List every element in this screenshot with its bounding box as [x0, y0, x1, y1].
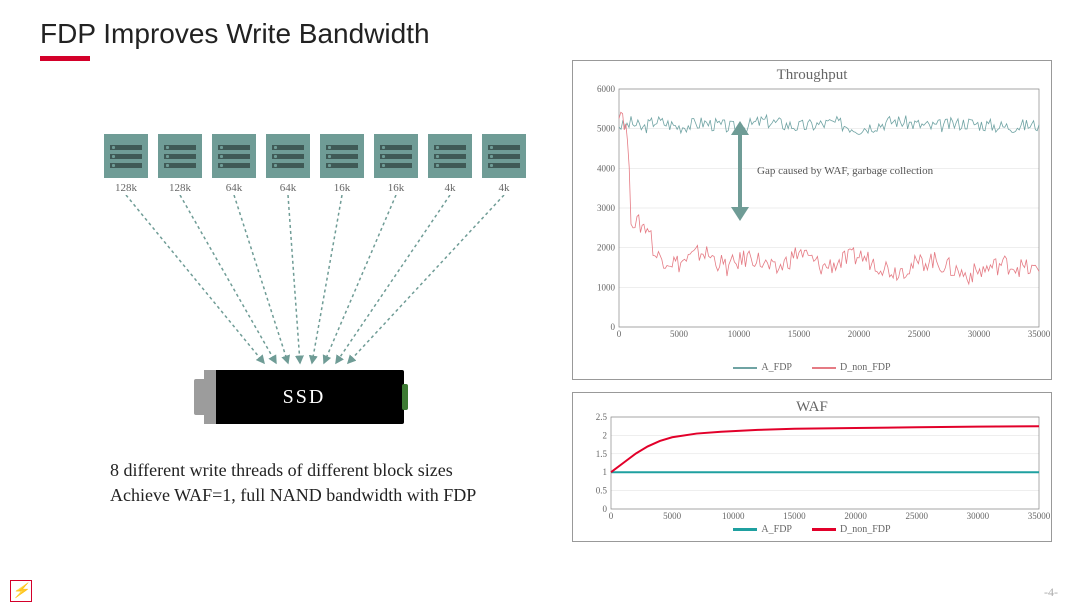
server-2: 64k [212, 134, 256, 194]
page-number: -4- [1044, 585, 1058, 600]
gap-annotation-text: Gap caused by WAF, garbage collection [757, 165, 933, 177]
svg-text:1000: 1000 [597, 282, 616, 292]
svg-text:2000: 2000 [597, 243, 616, 253]
server-label: 16k [334, 182, 351, 194]
throughput-chart: Throughput 0 1000 2000 3000 4000 5000 6000 0 500… [572, 60, 1052, 380]
server-label: 64k [226, 182, 243, 194]
svg-text:30000: 30000 [967, 511, 990, 521]
server-label: 16k [388, 182, 405, 194]
server-row: 128k 128k 64k 64k 16k 16k 4k 4k [104, 134, 526, 194]
server-3: 64k [266, 134, 310, 194]
ssd-connector-right [402, 384, 408, 410]
svg-text:5000: 5000 [597, 124, 616, 134]
server-icon [320, 134, 364, 178]
double-arrow-icon [731, 121, 749, 221]
server-6: 4k [428, 134, 472, 194]
waf-legend: A_FDP D_non_FDP [573, 524, 1051, 535]
server-label: 128k [115, 182, 137, 194]
svg-text:35000: 35000 [1028, 329, 1051, 339]
svg-text:2: 2 [603, 430, 608, 440]
legend-a-fdp: A_FDP [761, 362, 792, 373]
svg-text:5000: 5000 [670, 329, 689, 339]
svg-text:5000: 5000 [663, 511, 682, 521]
server-icon [158, 134, 202, 178]
svg-text:6000: 6000 [597, 84, 616, 94]
svg-text:30000: 30000 [968, 329, 991, 339]
svg-text:15000: 15000 [788, 329, 811, 339]
server-label: 4k [445, 182, 456, 194]
svg-text:3000: 3000 [597, 203, 616, 213]
server-5: 16k [374, 134, 418, 194]
ssd-label: SSD [204, 386, 404, 409]
legend-waf-a-fdp: A_FDP [761, 524, 792, 535]
svg-text:35000: 35000 [1028, 511, 1051, 521]
svg-text:2.5: 2.5 [596, 412, 608, 422]
server-label: 128k [169, 182, 191, 194]
title-accent [40, 56, 90, 61]
server-icon [374, 134, 418, 178]
svg-text:1.5: 1.5 [596, 449, 608, 459]
server-4: 16k [320, 134, 364, 194]
gap-annotation: Gap caused by WAF, garbage collection [731, 121, 933, 221]
server-label: 4k [499, 182, 510, 194]
caption-line-1: 8 different write threads of different b… [110, 458, 476, 483]
legend-waf-d-non-fdp: D_non_FDP [840, 524, 891, 535]
server-icon [428, 134, 472, 178]
waf-plot: 00.511.522.50500010000150002000025000300… [611, 417, 1039, 509]
throughput-legend: A_FDP D_non_FDP [573, 362, 1051, 373]
svg-text:25000: 25000 [905, 511, 928, 521]
arrows-to-ssd [104, 195, 534, 373]
server-1: 128k [158, 134, 202, 194]
svg-text:0: 0 [609, 511, 614, 521]
svg-text:1: 1 [603, 467, 608, 477]
svg-text:4000: 4000 [597, 163, 616, 173]
caption: 8 different write threads of different b… [110, 458, 476, 508]
server-label: 64k [280, 182, 297, 194]
throughput-title: Throughput [573, 67, 1051, 84]
slide-title: FDP Improves Write Bandwidth [40, 18, 430, 50]
svg-text:20000: 20000 [848, 329, 871, 339]
svg-text:10000: 10000 [728, 329, 751, 339]
ssd-connector-left [194, 379, 204, 415]
server-icon [266, 134, 310, 178]
svg-text:25000: 25000 [908, 329, 931, 339]
waf-chart: WAF 00.511.522.5050001000015000200002500… [572, 392, 1052, 542]
waf-title: WAF [573, 399, 1051, 416]
server-0: 128k [104, 134, 148, 194]
ssd-block: SSD [204, 370, 404, 424]
server-7: 4k [482, 134, 526, 194]
brand-logo-icon: ⚡ [10, 580, 32, 602]
server-icon [104, 134, 148, 178]
svg-text:15000: 15000 [783, 511, 806, 521]
svg-text:0: 0 [617, 329, 622, 339]
server-icon [482, 134, 526, 178]
legend-d-non-fdp: D_non_FDP [840, 362, 891, 373]
server-icon [212, 134, 256, 178]
caption-line-2: Achieve WAF=1, full NAND bandwidth with … [110, 483, 476, 508]
svg-text:10000: 10000 [722, 511, 745, 521]
svg-text:0.5: 0.5 [596, 486, 608, 496]
svg-text:20000: 20000 [844, 511, 867, 521]
svg-text:0: 0 [603, 504, 608, 514]
svg-text:0: 0 [611, 322, 616, 332]
